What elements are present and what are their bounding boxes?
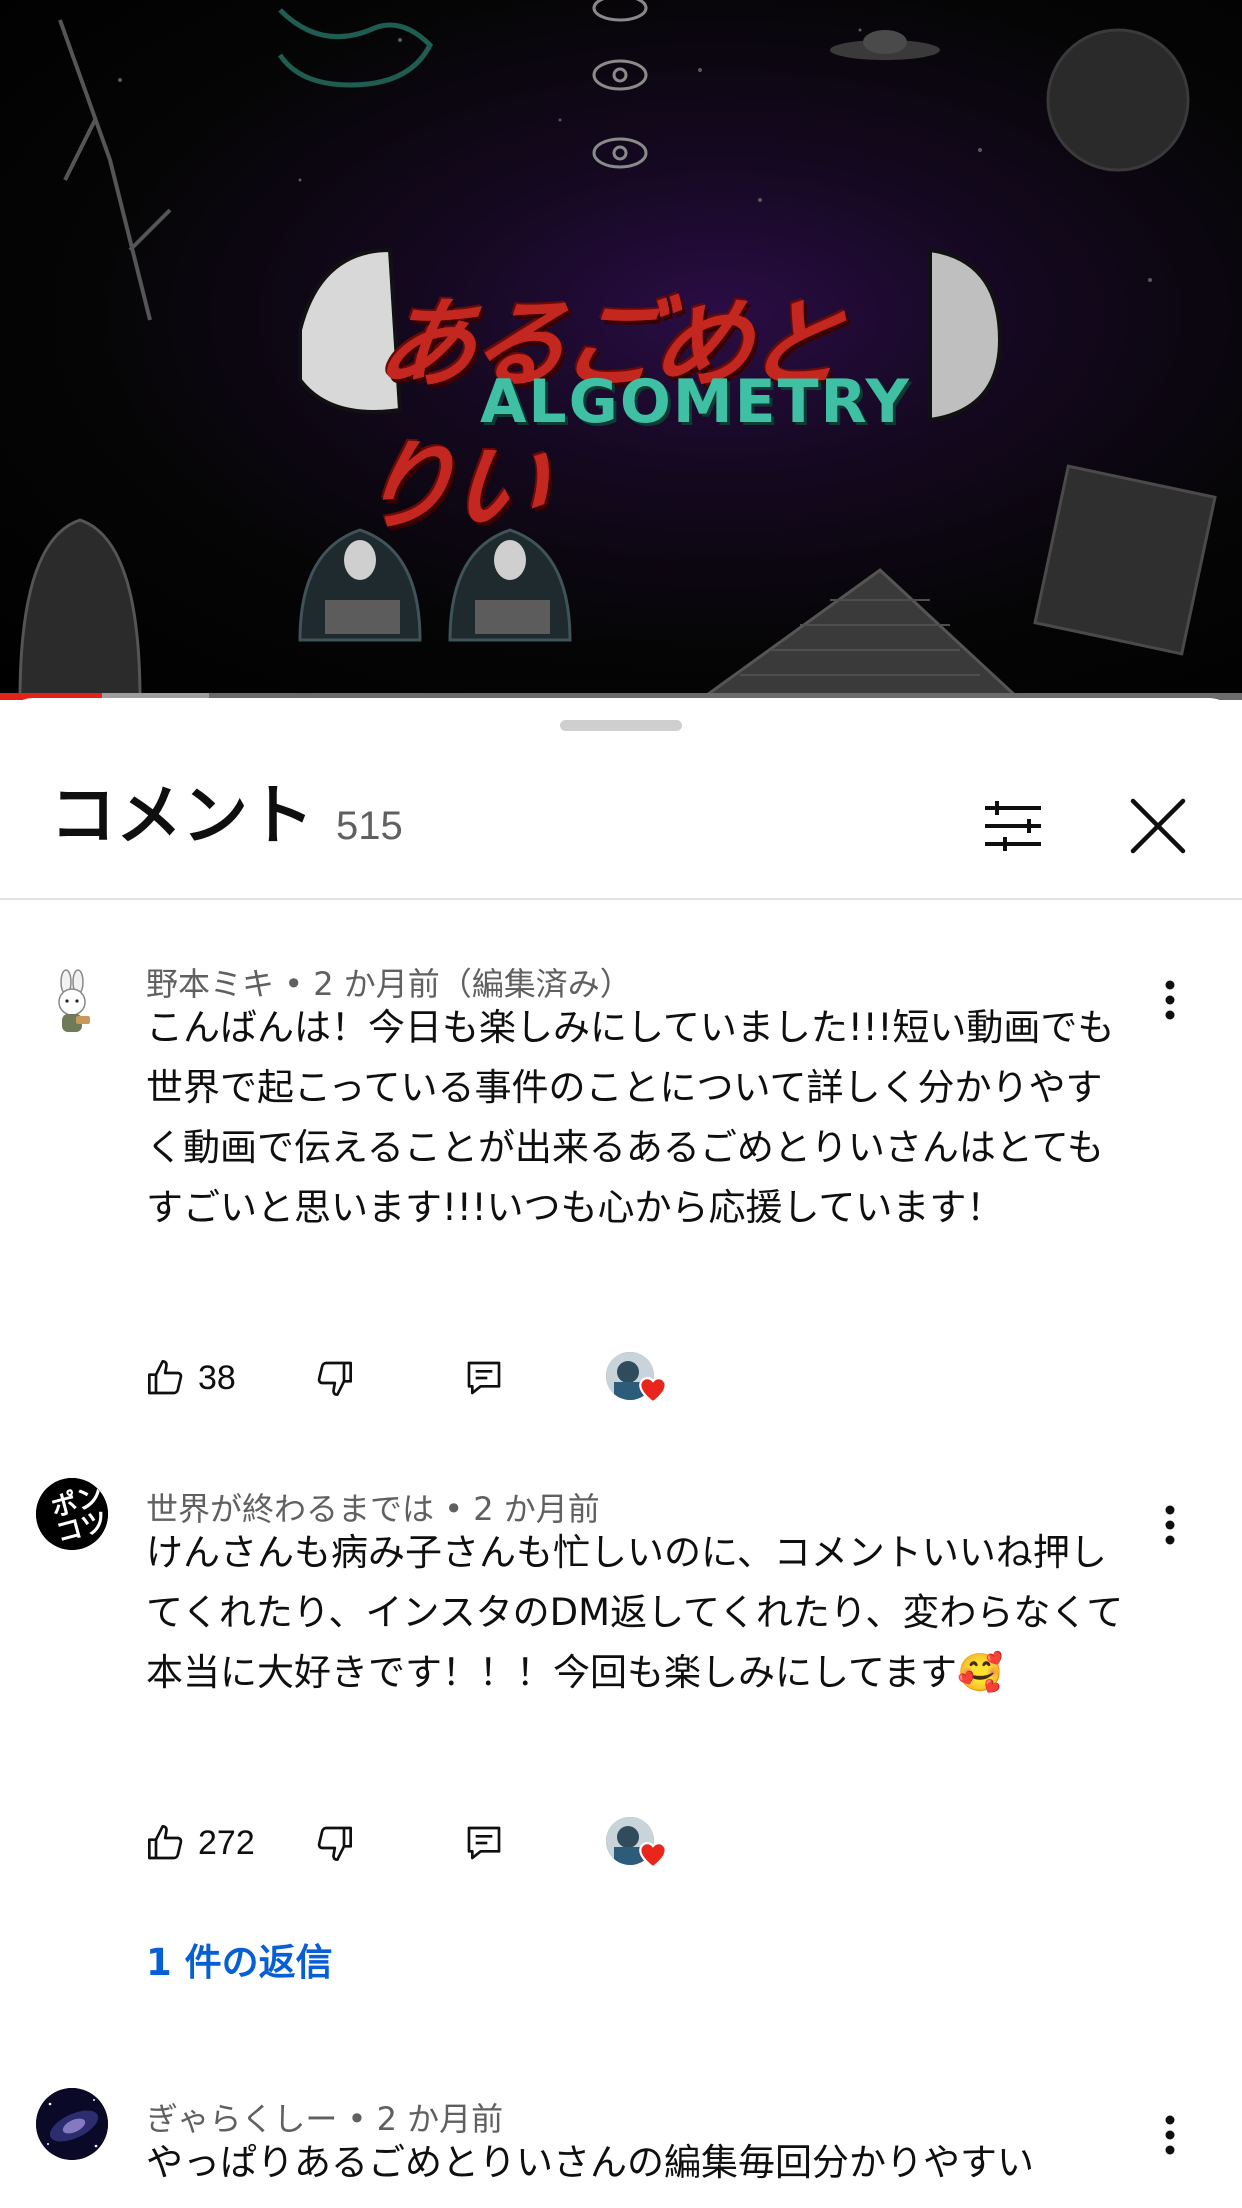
reply-comment-icon [467, 1361, 501, 1395]
like-count: 272 [198, 1823, 255, 1862]
reply-button[interactable] [464, 1348, 504, 1408]
thumbs-down-icon [317, 1361, 352, 1396]
heart-icon [639, 1841, 667, 1869]
avatar[interactable]: ポン コツ [36, 1478, 108, 1550]
channel-logo: あるごめとりい ALGOMETRY [351, 265, 909, 544]
logo-english: ALGOMETRY [480, 367, 911, 437]
creator-heart-badge [606, 1348, 670, 1408]
comment-actions: 38 [146, 1348, 706, 1408]
comments-title: コメント [50, 777, 314, 854]
text-logo-avatar-icon: ポン コツ [36, 1478, 108, 1550]
dislike-button[interactable] [314, 1348, 354, 1408]
like-button[interactable]: 38 [146, 1348, 236, 1408]
comments-count: 515 [336, 804, 403, 848]
thumbs-up-icon [148, 1360, 183, 1395]
video-player[interactable]: あるごめとりい ALGOMETRY [0, 0, 1242, 700]
creator-heart-badge [606, 1813, 670, 1873]
like-count: 38 [198, 1358, 236, 1397]
more-vertical-icon [1165, 980, 1175, 1020]
close-button[interactable] [1122, 790, 1194, 862]
filter-button[interactable] [978, 794, 1048, 858]
comment-more-button[interactable] [1150, 970, 1190, 1030]
heart-icon [639, 1376, 667, 1404]
rabbit-avatar-icon [58, 969, 90, 1032]
reply-comment-icon [467, 1826, 501, 1860]
comments-sheet: コメント 515 野本ミキ • 2 か月前（編集済み） こんばんは！今日も楽しみ… [0, 698, 1242, 2206]
sliders-icon [985, 801, 1041, 851]
close-icon [1130, 798, 1186, 854]
comment-meta: 世界が終わるまでは • 2 か月前 [146, 1490, 600, 1528]
comment-actions: 272 [146, 1813, 706, 1873]
view-replies-link[interactable]: 1 件の返信 [146, 1944, 333, 1981]
thumbs-down-icon [317, 1826, 352, 1861]
comment-meta: ぎゃらくしー • 2 か月前 [146, 2100, 504, 2138]
drag-handle[interactable] [560, 720, 682, 731]
comment-more-button[interactable] [1150, 1495, 1190, 1555]
comment-text: けんさんも病み子さんも忙しいのに、コメントいいね押してくれたり、インスタのDM返… [146, 1531, 1124, 1694]
comment-text: やっぱりあるごめとりいさんの編集毎回分かりやすい [146, 2141, 1034, 2184]
avatar[interactable] [36, 968, 108, 1040]
more-vertical-icon [1165, 1505, 1175, 1545]
like-button[interactable]: 272 [146, 1813, 255, 1873]
avatar[interactable] [36, 2088, 108, 2160]
comment-more-button[interactable] [1150, 2105, 1190, 2165]
comment-text: こんばんは！今日も楽しみにしていました!!!短い動画でも世界で起こっている事件の… [146, 1006, 1115, 1229]
reply-button[interactable] [464, 1813, 504, 1873]
comment-meta: 野本ミキ • 2 か月前（編集済み） [146, 965, 632, 1003]
galaxy-avatar-icon [36, 2088, 108, 2160]
dislike-button[interactable] [314, 1813, 354, 1873]
more-vertical-icon [1165, 2115, 1175, 2155]
thumbs-up-icon [148, 1825, 183, 1860]
